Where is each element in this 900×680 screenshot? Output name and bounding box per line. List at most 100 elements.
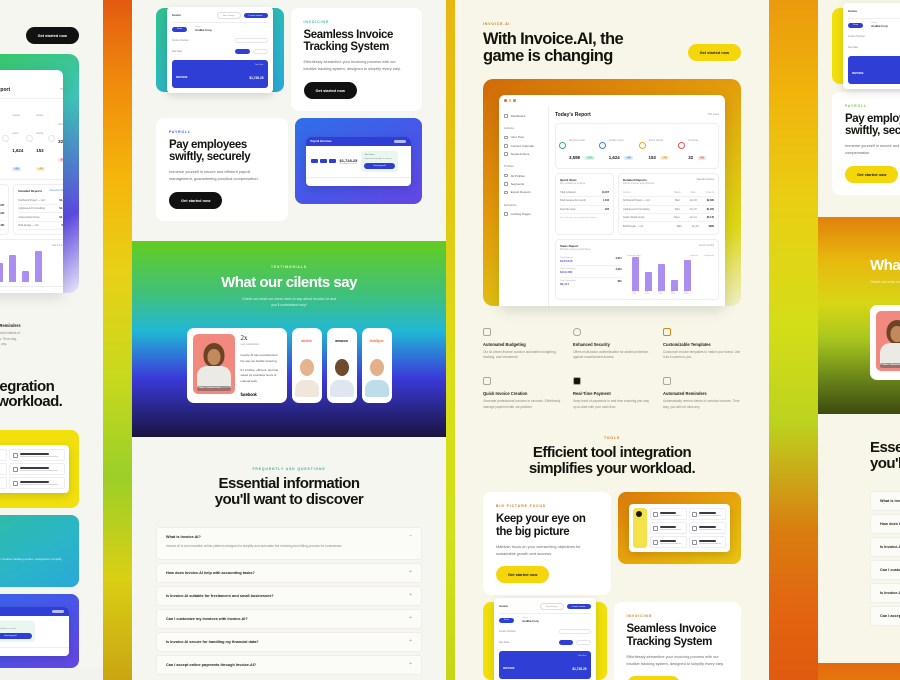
invoice-row: Due Date bbox=[172, 46, 268, 57]
dashboard-mock-a: Dashboard Actions User Post Content Cale… bbox=[0, 70, 63, 294]
faq-item[interactable]: Is Invoice.AI suitable for freelancers a… bbox=[870, 537, 900, 558]
payroll-art-a: Payroll Overview $1,728.25Net pay this c… bbox=[0, 594, 79, 669]
testimonial-stat-label: user satisfaction bbox=[240, 343, 260, 347]
table-row: Avalon Retail Group Open Jun 11 $3,145 bbox=[623, 214, 714, 223]
sidebar-item-dashboard-c[interactable]: Dashboard bbox=[504, 112, 543, 120]
send-payroll-button[interactable]: Send payroll bbox=[364, 162, 395, 169]
date-range-selector-c[interactable]: This week bbox=[707, 113, 719, 116]
detailed-reports-panel-c: Detailed Reports Recent invoices and pay… bbox=[618, 172, 719, 235]
big-picture-cta[interactable]: Get started now bbox=[496, 566, 550, 584]
kpi-strip-c: Revenue total 3,598 +12% Invoice count 1,6… bbox=[555, 122, 719, 169]
sidebar-item[interactable]: Content Calendar bbox=[504, 142, 543, 150]
testimonials-section-d: What our cilents say Check out what our … bbox=[818, 217, 900, 415]
testimonial-featured-d: Mark — Finance Lead 2x user satisfaction… bbox=[870, 305, 900, 381]
date-range-selector[interactable]: This week bbox=[60, 88, 63, 91]
feature-item: Real-Time Payment Keep track of payments … bbox=[573, 376, 651, 410]
testimonial-mini[interactable]: airbnb bbox=[291, 328, 322, 404]
save-button[interactable] bbox=[576, 640, 591, 646]
hero-cta-c[interactable]: Get started now bbox=[687, 44, 741, 61]
tracking-cta-b[interactable]: Get started now bbox=[303, 82, 357, 100]
gradient-divider-1 bbox=[103, 0, 133, 680]
view-all-link[interactable]: View all invoices bbox=[49, 189, 63, 193]
expand-icon[interactable]: + bbox=[409, 639, 412, 644]
expand-icon[interactable]: + bbox=[409, 662, 412, 667]
hero-visual-c: Dashboard Actions User Post Content Cale… bbox=[483, 79, 741, 306]
date-range-filter[interactable]: Date Range bbox=[539, 603, 564, 611]
tracking-eyebrow-c: INVOICING bbox=[626, 614, 653, 619]
testimonials-title: What our cilents say bbox=[221, 274, 357, 292]
send-button[interactable] bbox=[558, 640, 574, 646]
hero-title-1: With Invoice.AI, the bbox=[483, 30, 624, 48]
table-row: Paid invoices this month1,034 bbox=[560, 197, 610, 206]
table-row: Bold Design — Ltd$980 bbox=[18, 222, 63, 231]
faq-item[interactable]: How does Invoice.AI help with accounting… bbox=[156, 563, 422, 584]
send-button[interactable] bbox=[234, 49, 250, 54]
faq-item[interactable]: Is Invoice.AI suitable for freelancers a… bbox=[156, 586, 422, 607]
payroll-cta-d[interactable]: Get started now bbox=[845, 166, 899, 184]
faq-item[interactable]: What is Invoice.AI? bbox=[870, 491, 900, 512]
sales-report-panel: Sales Report Last 6 months bbox=[0, 239, 63, 288]
payroll-side: Job Status Payment schedule is secure Se… bbox=[0, 620, 35, 642]
payroll-side: Job Status Payment schedule is secure Se… bbox=[361, 150, 398, 172]
page-variant-a: Get started now Dashboard Actions bbox=[0, 0, 103, 680]
expand-icon[interactable]: + bbox=[409, 616, 412, 621]
tracking-cta-c[interactable]: Get started now bbox=[626, 676, 680, 680]
testimonial-mini[interactable]: amazon bbox=[326, 328, 357, 404]
faq-item[interactable]: Is Invoice.AI secure for handling my fin… bbox=[870, 583, 900, 604]
payroll-card-d: PAYROLL Pay employeesswiftly, securely I… bbox=[832, 92, 900, 196]
faq-item[interactable]: Can I customize my invoices with Invoice… bbox=[870, 560, 900, 581]
invoice-total: INVOICE Total due$1,728.25 bbox=[499, 651, 591, 680]
kpi-strip: Revenue total3,598 +12% Invoice count1,6… bbox=[0, 97, 63, 180]
sidebar-item[interactable]: Social Actions bbox=[504, 150, 543, 158]
big-picture-card: BIG PICTURE FOCUS Keep your eye on the bi… bbox=[483, 492, 611, 596]
sidebar-item[interactable]: Landing Pages bbox=[504, 210, 543, 218]
page-variant-c: INVOICE.AI With Invoice.AI, the game is c… bbox=[455, 0, 769, 680]
faq-item[interactable]: Can I accept online payments through Inv… bbox=[870, 606, 900, 627]
close-icon[interactable] bbox=[52, 609, 64, 613]
range-link[interactable]: Last 6 months bbox=[699, 244, 714, 251]
close-icon[interactable] bbox=[394, 139, 406, 143]
tracking-eyebrow-b: INVOICING bbox=[303, 20, 330, 24]
dot-icon bbox=[635, 511, 642, 518]
expand-icon[interactable]: + bbox=[409, 570, 412, 575]
invoice-row: Invoice Number bbox=[499, 626, 591, 637]
date-range-filter[interactable]: Date Range bbox=[216, 12, 241, 19]
payroll-eyebrow-d: PAYROLL bbox=[845, 104, 867, 108]
integration-title-1-c: Efficient tool integration bbox=[532, 444, 692, 462]
range-link[interactable]: Last 6 months bbox=[52, 244, 63, 248]
design-gallery-canvas: Get started now Dashboard Actions bbox=[0, 0, 900, 680]
sidebar-item[interactable]: User Post bbox=[504, 133, 543, 141]
hero-cta-a[interactable]: Get started now bbox=[25, 27, 79, 44]
faq-item[interactable]: Can I accept online payments through Inv… bbox=[156, 655, 422, 676]
x-tick: Jan 2024 bbox=[631, 290, 637, 295]
table-row: Paid invoices this month1,034 bbox=[0, 210, 5, 222]
feature-item: Quick Invoice Creation Generate professio… bbox=[483, 376, 561, 410]
faq-section-b: FREQUENTLY ASK QUESTIONS Essential infor… bbox=[132, 437, 446, 680]
faq-item[interactable]: Can I customize my invoices with Invoice… bbox=[156, 609, 422, 630]
collapse-icon[interactable]: – bbox=[409, 534, 412, 539]
payroll-title-2-d: swiftly, securely bbox=[845, 125, 900, 138]
create-invoice-button[interactable]: Create invoice bbox=[243, 13, 268, 18]
view-all-link[interactable]: View all invoices bbox=[697, 178, 715, 185]
create-invoice-button[interactable]: Create invoice bbox=[566, 604, 591, 610]
sidebar-item[interactable]: All Profiles bbox=[504, 171, 543, 179]
payroll-amount: $1,728.25 Net pay this cycle bbox=[339, 157, 358, 165]
sidebar-item[interactable]: Segments bbox=[504, 180, 543, 188]
tracking-art-a: Seamless Invoice Tracking System Effortl… bbox=[0, 515, 79, 588]
save-button[interactable] bbox=[252, 49, 268, 54]
invoice-number-field[interactable] bbox=[559, 629, 591, 635]
gear-icon bbox=[12, 452, 18, 458]
faq-item[interactable]: What is Invoice.AI? – Invoice.AI is an in… bbox=[156, 527, 422, 561]
sidebar-item[interactable]: Export Reports bbox=[504, 188, 543, 196]
payroll-cta-b[interactable]: Get started now bbox=[169, 192, 223, 210]
faq-item[interactable]: How does Invoice.AI help with accounting… bbox=[870, 514, 900, 535]
share-icon bbox=[504, 152, 508, 157]
send-payroll-button[interactable]: Send payroll bbox=[0, 632, 32, 639]
faq-item[interactable]: Is Invoice.AI secure for handling my fin… bbox=[156, 632, 422, 653]
grid-mock-a bbox=[0, 445, 69, 494]
expand-icon[interactable]: + bbox=[409, 593, 412, 598]
payroll-footer bbox=[305, 176, 411, 186]
testimonial-mini[interactable]: HubSpot bbox=[361, 328, 392, 404]
invoice-number-field[interactable] bbox=[235, 38, 268, 43]
hero-eyebrow-c: INVOICE.AI bbox=[483, 22, 511, 26]
